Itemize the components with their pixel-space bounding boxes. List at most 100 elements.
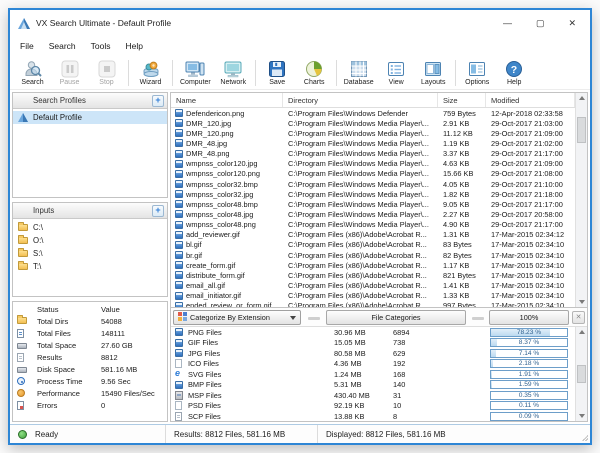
category-count: 738 xyxy=(393,338,405,347)
file-size: 821 Bytes xyxy=(438,271,486,280)
close-panel-icon[interactable]: ✕ xyxy=(572,311,585,324)
input-item[interactable]: S:\ xyxy=(13,247,167,260)
toolbar-charts-button[interactable]: Charts xyxy=(296,57,333,89)
toolbar-network-button[interactable]: Network xyxy=(215,57,252,89)
column-directory[interactable]: Directory xyxy=(283,93,438,107)
file-size: 1.41 KB xyxy=(438,281,486,290)
file-row[interactable]: wmpnss_color120.png C:\Program Files\Win… xyxy=(171,169,575,179)
minimize-button[interactable]: — xyxy=(503,19,512,28)
app-logo-icon xyxy=(18,18,30,29)
categorize-dropdown[interactable]: Categorize By Extension xyxy=(173,310,301,325)
file-categories-button[interactable]: File Categories xyxy=(326,310,466,325)
toolbar-help-button[interactable]: ? Help xyxy=(496,57,533,89)
category-row[interactable]: BMP Files 5.31 MB 140 1.59 % xyxy=(171,380,575,391)
input-item[interactable]: C:\ xyxy=(13,221,167,234)
menu-search[interactable]: Search xyxy=(49,41,76,51)
input-label: T:\ xyxy=(33,262,41,271)
resize-grip[interactable] xyxy=(582,435,588,441)
file-row[interactable]: DMR_48.jpg C:\Program Files\Windows Medi… xyxy=(171,138,575,148)
scroll-down-icon[interactable] xyxy=(576,297,587,307)
file-row[interactable]: wmpnss_color32.jpg C:\Program Files\Wind… xyxy=(171,189,575,199)
toolbar-computer-button[interactable]: Computer xyxy=(176,57,215,89)
menu-bar: File Search Tools Help xyxy=(10,36,590,56)
category-row[interactable]: GIF Files 15.05 MB 738 8.37 % xyxy=(171,338,575,349)
categories-scrollbar[interactable] xyxy=(575,327,587,421)
file-modified: 29-Oct-2017 21:10:00 xyxy=(486,180,575,189)
category-size: 13.88 KB xyxy=(334,412,364,421)
file-directory: C:\Program Files\Windows Media Player\..… xyxy=(283,180,438,189)
status-icon xyxy=(17,367,27,373)
category-row[interactable]: ICO Files 4.36 MB 192 2.18 % xyxy=(171,359,575,370)
file-modified: 29-Oct-2017 21:03:00 xyxy=(486,119,575,128)
toolbar-pause-button[interactable]: Pause xyxy=(51,57,88,89)
image-file-icon xyxy=(175,241,183,249)
file-modified: 29-Oct-2017 21:18:00 xyxy=(486,190,575,199)
column-name[interactable]: Name xyxy=(171,93,283,107)
file-row[interactable]: wmpnss_color48.jpg C:\Program Files\Wind… xyxy=(171,209,575,219)
file-row[interactable]: Defendericon.png C:\Program Files\Window… xyxy=(171,108,575,118)
splitter-handle[interactable] xyxy=(308,317,320,320)
splitter-handle[interactable] xyxy=(472,317,484,320)
toolbar-options-button[interactable]: Options xyxy=(459,57,496,89)
category-row[interactable]: SVG Files 1.24 MB 168 1.91 % xyxy=(171,369,575,380)
scroll-up-icon[interactable] xyxy=(576,93,587,103)
scroll-up-icon[interactable] xyxy=(576,327,587,337)
file-row[interactable]: wmpnss_color48.png C:\Program Files\Wind… xyxy=(171,220,575,230)
file-row[interactable]: ended_review_or_form.gif C:\Program File… xyxy=(171,301,575,307)
category-row[interactable]: SCP Files 13.88 KB 8 0.09 % xyxy=(171,411,575,421)
column-modified[interactable]: Modified xyxy=(486,93,575,107)
help-icon: ? xyxy=(505,60,523,78)
scroll-down-icon[interactable] xyxy=(576,411,587,421)
file-row[interactable]: create_form.gif C:\Program Files (x86)\A… xyxy=(171,260,575,270)
file-row[interactable]: DMR_48.png C:\Program Files\Windows Medi… xyxy=(171,149,575,159)
toolbar-search-button[interactable]: Search xyxy=(14,57,51,89)
file-row[interactable]: distribute_form.gif C:\Program Files (x8… xyxy=(171,270,575,280)
category-row[interactable]: MSP Files 430.40 MB 31 0.35 % xyxy=(171,390,575,401)
view-icon xyxy=(387,60,405,78)
close-button[interactable]: ✕ xyxy=(568,19,576,28)
category-row[interactable]: JPG Files 80.58 MB 629 7.14 % xyxy=(171,348,575,359)
toolbar-stop-button[interactable]: Stop xyxy=(88,57,125,89)
menu-tools[interactable]: Tools xyxy=(91,41,111,51)
file-row[interactable]: br.gif C:\Program Files (x86)\Adobe\Acro… xyxy=(171,250,575,260)
status-label: Process Time xyxy=(37,377,82,386)
category-row[interactable]: PSD Files 92.19 KB 10 0.11 % xyxy=(171,401,575,412)
column-size[interactable]: Size xyxy=(438,93,486,107)
toolbar-layouts-button[interactable]: Layouts xyxy=(415,57,452,89)
file-row[interactable]: wmpnss_color120.jpg C:\Program Files\Win… xyxy=(171,159,575,169)
profile-item[interactable]: Default Profile xyxy=(13,111,167,124)
menu-help[interactable]: Help xyxy=(125,41,142,51)
file-row[interactable]: DMR_120.jpg C:\Program Files\Windows Med… xyxy=(171,118,575,128)
toolbar-save-button[interactable]: Save xyxy=(259,57,296,89)
scrollbar-thumb[interactable] xyxy=(577,117,586,143)
status-row: Disk Space 581.16 MB xyxy=(13,364,167,376)
add-input-button[interactable]: + xyxy=(152,205,164,217)
maximize-button[interactable]: ▢ xyxy=(536,19,545,28)
input-item[interactable]: O:\ xyxy=(13,234,167,247)
toolbar-wizard-button[interactable]: Wizard xyxy=(132,57,169,89)
file-row[interactable]: add_reviewer.gif C:\Program Files (x86)\… xyxy=(171,230,575,240)
file-name: DMR_48.jpg xyxy=(186,139,227,148)
zoom-level-button[interactable]: 100% xyxy=(489,310,569,325)
toolbar-view-button[interactable]: View xyxy=(378,57,415,89)
status-icon xyxy=(17,329,24,338)
toolbar-database-button[interactable]: Database xyxy=(340,57,378,89)
file-row[interactable]: bl.gif C:\Program Files (x86)\Adobe\Acro… xyxy=(171,240,575,250)
file-row[interactable]: wmpnss_color32.bmp C:\Program Files\Wind… xyxy=(171,179,575,189)
file-list-header: Name Directory Size Modified xyxy=(171,93,587,108)
status-value: 15490 Files/Sec xyxy=(101,389,155,398)
file-row[interactable]: wmpnss_color48.bmp C:\Program Files\Wind… xyxy=(171,199,575,209)
file-list-scrollbar[interactable] xyxy=(575,93,587,307)
file-size: 1.31 KB xyxy=(438,230,486,239)
file-row[interactable]: DMR_120.png C:\Program Files\Windows Med… xyxy=(171,128,575,138)
categories-panel: Categorize By Extension File Categories … xyxy=(170,308,588,422)
add-profile-button[interactable]: + xyxy=(152,95,164,107)
category-count: 31 xyxy=(393,391,401,400)
file-size: 759 Bytes xyxy=(438,109,486,118)
file-row[interactable]: email_all.gif C:\Program Files (x86)\Ado… xyxy=(171,280,575,290)
input-item[interactable]: T:\ xyxy=(13,260,167,273)
menu-file[interactable]: File xyxy=(20,41,34,51)
file-row[interactable]: email_initiator.gif C:\Program Files (x8… xyxy=(171,291,575,301)
scrollbar-thumb[interactable] xyxy=(577,365,586,383)
category-row[interactable]: PNG Files 30.96 MB 6894 78.23 % xyxy=(171,327,575,338)
